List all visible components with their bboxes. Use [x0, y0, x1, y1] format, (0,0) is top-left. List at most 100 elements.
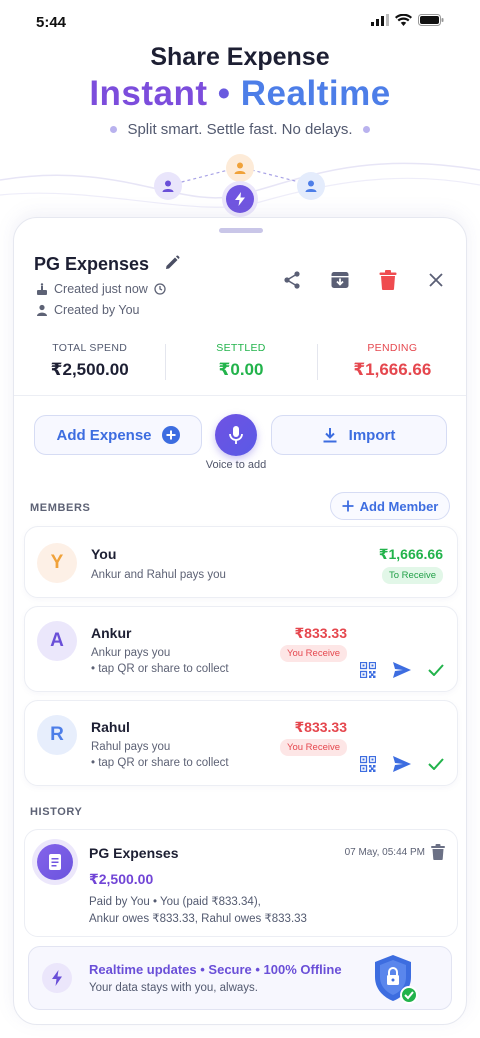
member-amount: ₹833.33: [294, 625, 347, 641]
person-icon: [37, 304, 47, 316]
add-expense-label: Add Expense: [56, 426, 152, 444]
realtime-banner: Realtime updates • Secure • 100% Offline…: [28, 946, 452, 1010]
send-button[interactable]: [393, 755, 411, 773]
member-actions: [359, 661, 445, 679]
hero-tagline: Split smart. Settle fast. No delays.: [0, 121, 480, 138]
shield-lock-icon: [375, 955, 418, 1004]
share-button[interactable]: [280, 268, 304, 292]
status-badge: You Receive: [280, 645, 347, 662]
member-amount: ₹1,666.66: [378, 546, 443, 562]
archive-icon: [331, 272, 349, 288]
created-time-row: Created just now: [36, 282, 166, 296]
status-time: 5:44: [36, 14, 67, 31]
close-icon: [429, 273, 443, 287]
node-user-top-icon: [226, 154, 254, 182]
send-button[interactable]: [393, 661, 411, 679]
import-label: Import: [348, 426, 396, 444]
stats-row: TOTAL SPEND ₹2,500.00 SETTLED ₹0.00 PEND…: [14, 336, 466, 388]
clock-icon: [154, 283, 166, 295]
status-badge: To Receive: [382, 567, 443, 584]
status-badge: You Receive: [280, 739, 347, 756]
stat-value: ₹2,500.00: [50, 360, 129, 379]
download-icon: [323, 428, 337, 443]
close-button[interactable]: [424, 268, 448, 292]
group-actions: [280, 268, 448, 292]
member-name: Rahul: [91, 719, 130, 735]
edit-pencil-icon[interactable]: [164, 255, 180, 271]
voice-button[interactable]: [215, 414, 257, 456]
cake-icon: [37, 283, 47, 295]
qr-code-icon: [360, 662, 376, 678]
qr-code-button[interactable]: [359, 661, 377, 679]
history-title: PG Expenses: [89, 845, 179, 861]
banner-subtitle: Your data stays with you, always.: [89, 982, 258, 994]
receipt-icon: [37, 844, 73, 880]
delete-history-button[interactable]: [431, 844, 447, 861]
trash-icon: [379, 270, 397, 290]
hero-headline: Instant • Realtime: [0, 74, 480, 114]
stat-pending: PENDING ₹1,666.66: [316, 336, 466, 388]
add-member-button[interactable]: Add Member: [330, 492, 450, 520]
check-icon: [428, 758, 444, 770]
avatar: A: [37, 621, 77, 661]
status-icons: [371, 14, 444, 26]
member-card-you[interactable]: Y You Ankur and Rahul pays you ₹1,666.66…: [24, 526, 458, 598]
mark-settled-button[interactable]: [427, 661, 445, 679]
headline-instant: Instant: [89, 74, 208, 113]
mark-settled-button[interactable]: [427, 755, 445, 773]
bolt-icon: [42, 963, 72, 993]
history-date: 07 May, 05:44 PM: [344, 847, 425, 858]
archive-button[interactable]: [328, 268, 352, 292]
tagline-dot-left: [110, 125, 118, 133]
member-actions: [359, 755, 445, 773]
node-bolt-icon: [226, 185, 254, 213]
send-icon: [393, 756, 411, 772]
member-status: Rahul pays you: [91, 741, 171, 753]
member-status: Ankur pays you: [91, 647, 171, 659]
member-amount: ₹833.33: [294, 719, 347, 735]
headline-realtime: Realtime: [240, 74, 391, 113]
tagline-text: Split smart. Settle fast. No delays.: [127, 121, 353, 138]
history-desc-line: Paid by You • You (paid ₹833.34),: [89, 896, 261, 908]
share-icon: [284, 271, 300, 289]
add-expense-button[interactable]: Add Expense: [34, 415, 202, 455]
import-button[interactable]: Import: [271, 415, 447, 455]
headline-dot: •: [217, 74, 231, 113]
stat-label: PENDING: [367, 342, 418, 354]
add-member-label: Add Member: [359, 498, 439, 514]
drag-handle[interactable]: [219, 228, 263, 233]
voice-label: Voice to add: [205, 459, 267, 471]
divider: [14, 395, 466, 396]
group-title: PG Expenses: [34, 254, 180, 275]
stat-label: TOTAL SPEND: [52, 342, 128, 354]
member-hint: • tap QR or share to collect: [91, 663, 229, 675]
member-card-rahul[interactable]: R Rahul Rahul pays you • tap QR or share…: [24, 700, 458, 786]
stat-total-spend: TOTAL SPEND ₹2,500.00: [14, 336, 165, 388]
qr-code-button[interactable]: [359, 755, 377, 773]
node-user-right-icon: [297, 172, 325, 200]
plus-icon: [342, 500, 354, 512]
plus-circle-icon: [161, 426, 180, 444]
stat-settled: SETTLED ₹0.00: [165, 336, 316, 388]
battery-icon: [418, 14, 444, 26]
signal-icon: [371, 14, 389, 26]
history-desc-line: Ankur owes ₹833.33, Rahul owes ₹833.33: [89, 913, 307, 925]
banner-title: Realtime updates • Secure • 100% Offline: [89, 962, 342, 977]
group-name: PG Expenses: [34, 254, 150, 274]
stat-label: SETTLED: [216, 342, 266, 354]
wifi-icon: [395, 14, 412, 26]
history-amount: ₹2,500.00: [89, 871, 154, 887]
delete-group-button[interactable]: [376, 268, 400, 292]
history-item[interactable]: PG Expenses 07 May, 05:44 PM ₹2,500.00 P…: [24, 829, 458, 937]
member-hint: • tap QR or share to collect: [91, 757, 229, 769]
stat-value: ₹1,666.66: [353, 360, 432, 379]
member-name: Ankur: [91, 625, 132, 641]
member-card-ankur[interactable]: A Ankur Ankur pays you • tap QR or share…: [24, 606, 458, 692]
history-heading: HISTORY: [30, 806, 83, 818]
members-heading: MEMBERS: [30, 502, 91, 514]
stat-value: ₹0.00: [218, 360, 264, 379]
history-description: Paid by You • You (paid ₹833.34), Ankur …: [89, 894, 439, 928]
created-by-text: Created by You: [54, 303, 140, 317]
member-status: Ankur and Rahul pays you: [91, 569, 226, 581]
microphone-icon: [229, 426, 243, 444]
